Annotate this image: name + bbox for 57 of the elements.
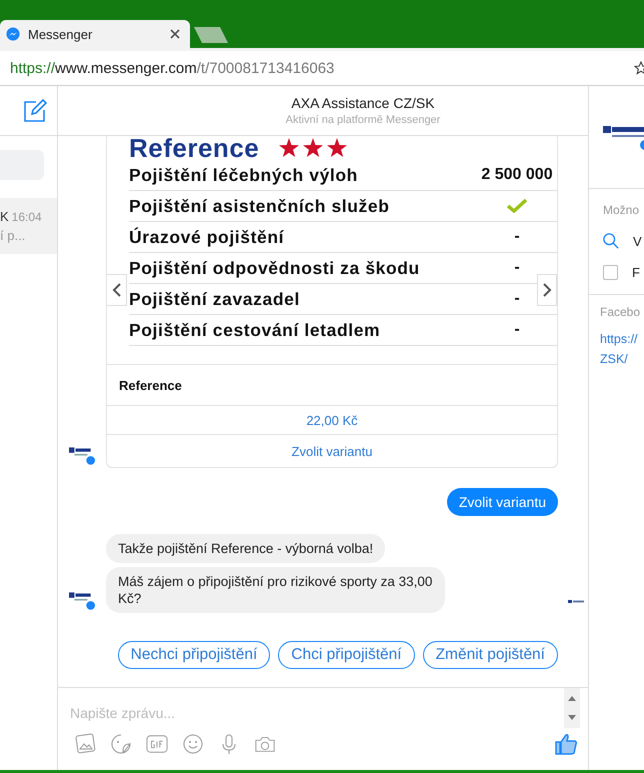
received-message: Takže pojištění Reference - výborná volba! (106, 534, 386, 563)
messenger-icon (6, 27, 20, 41)
gif-icon[interactable] (146, 733, 168, 755)
option-label[interactable]: V (633, 234, 642, 248)
scrollbar[interactable] (564, 688, 580, 728)
quick-reply-button[interactable]: Změnit pojištění (422, 641, 558, 669)
choose-variant-button[interactable]: Zvolit variantu (107, 435, 557, 467)
previous-button[interactable] (107, 274, 127, 306)
received-message: Máš zájem o připojištění pro rizikové sporty za 33,00 Kč? (106, 567, 445, 613)
address-bar[interactable]: https://www.messenger.com/t/700081713416063 (0, 48, 644, 86)
sent-message: Zvolit variantu (446, 488, 558, 516)
chevron-left-icon (112, 283, 122, 297)
coverage-label: Pojištění odpovědnosti za škodu (129, 258, 421, 278)
option-label[interactable]: F (632, 265, 640, 280)
card-price: 22,00 Kč (306, 412, 358, 428)
coverage-value: 2 500 000 (481, 166, 553, 184)
star-icon[interactable] (634, 61, 644, 75)
seen-avatar-icon (568, 599, 584, 605)
star-icon (279, 138, 300, 158)
quick-reply-button[interactable]: Chci připojištění (278, 641, 415, 669)
coverage-value: - (514, 259, 520, 277)
new-tab-button[interactable] (194, 27, 228, 43)
photo-icon[interactable] (74, 733, 96, 755)
compose-icon[interactable] (23, 98, 47, 122)
conversation-snippet: í p... (0, 228, 26, 243)
coverage-value: - (514, 321, 520, 339)
coverage-label: Pojištění léčebných výloh (129, 164, 359, 186)
checkbox[interactable] (603, 265, 618, 280)
coverage-value: - (514, 228, 520, 246)
star-icon (303, 138, 324, 158)
chevron-right-icon (542, 283, 552, 297)
coverage-label: Úrazové pojištění (129, 226, 286, 248)
card-heading: Reference (129, 136, 260, 164)
coverage-label: Pojištění asistenčních služeb (129, 196, 391, 216)
sticker-icon[interactable] (110, 733, 132, 755)
quick-reply-button[interactable]: Nechci připojištění (118, 641, 270, 669)
coverage-value: - (514, 290, 520, 308)
coverage-label: Pojištění cestování letadlem (129, 320, 382, 340)
chat-title: AXA Assistance CZ/SK (290, 95, 435, 111)
thumbs-up-icon[interactable] (554, 732, 578, 756)
star-icon (327, 138, 348, 158)
conversation-item[interactable]: K 16:04 í p... (0, 198, 57, 254)
coverage-label: Pojištění zavazadel (129, 288, 301, 310)
search-icon[interactable] (603, 233, 619, 249)
conversation-name: K (0, 209, 9, 224)
section-label: Facebo (600, 305, 642, 319)
browser-tab[interactable]: Messenger (0, 20, 190, 48)
conversation-time: 16:04 (12, 210, 42, 224)
logo-drawing (603, 124, 644, 150)
check-icon (507, 199, 527, 213)
section-label: Možno (603, 203, 640, 217)
emoji-icon[interactable] (182, 733, 204, 755)
chat-status: Aktivní na platformě Messenger (284, 114, 440, 126)
card-title: Reference (119, 378, 182, 392)
next-button[interactable] (537, 274, 557, 306)
page-link[interactable]: https:// ZSK/ (600, 329, 644, 369)
close-icon[interactable] (170, 29, 180, 39)
